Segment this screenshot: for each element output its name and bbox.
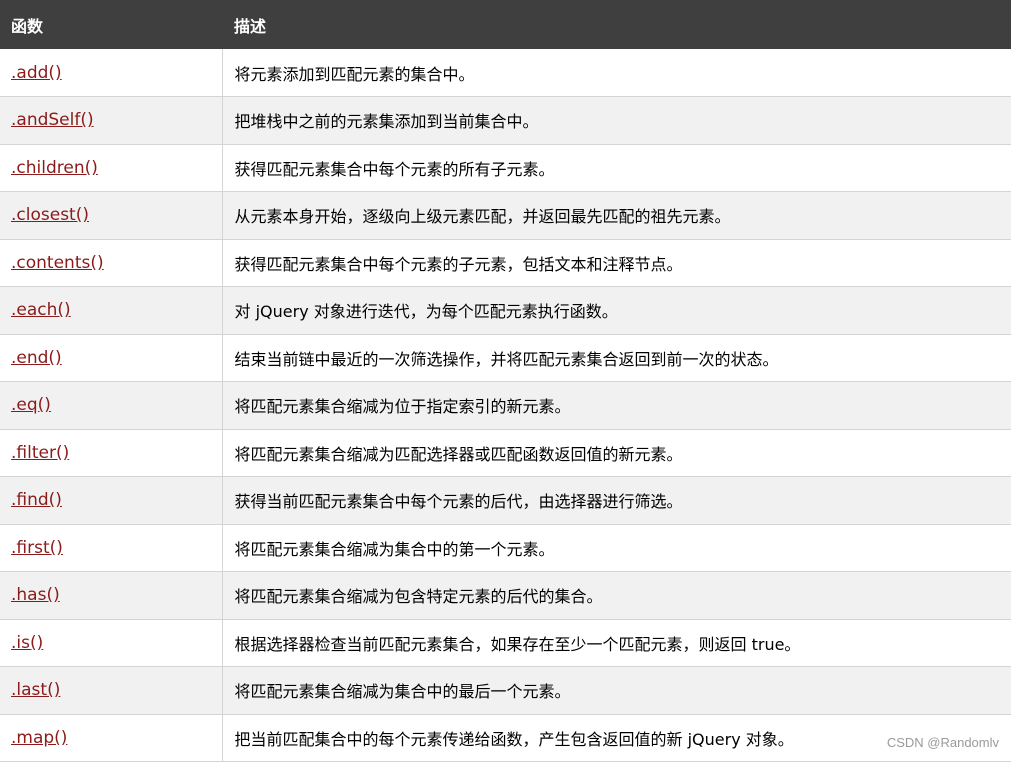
table-row: .filter() 将匹配元素集合缩减为匹配选择器或匹配函数返回值的新元素。 xyxy=(0,429,1011,477)
function-link[interactable]: .each() xyxy=(11,300,71,320)
function-link[interactable]: .first() xyxy=(11,538,63,558)
description-cell: 从元素本身开始，逐级向上级元素匹配，并返回最先匹配的祖先元素。 xyxy=(222,191,1011,240)
table-row: .last() 将匹配元素集合缩减为集合中的最后一个元素。 xyxy=(0,666,1011,715)
function-link[interactable]: .is() xyxy=(11,633,43,653)
table-row: .children() 获得匹配元素集合中每个元素的所有子元素。 xyxy=(0,144,1011,192)
description-cell: 获得匹配元素集合中每个元素的子元素，包括文本和注释节点。 xyxy=(222,239,1011,287)
description-cell: 将匹配元素集合缩减为集合中的最后一个元素。 xyxy=(222,666,1011,715)
function-link[interactable]: .add() xyxy=(11,63,62,83)
function-cell: .children() xyxy=(0,144,223,192)
function-cell: .each() xyxy=(0,286,223,335)
description-cell: 将匹配元素集合缩减为匹配选择器或匹配函数返回值的新元素。 xyxy=(222,429,1011,477)
description-cell: 获得当前匹配元素集合中每个元素的后代，由选择器进行筛选。 xyxy=(222,476,1011,525)
table-row: .each() 对 jQuery 对象进行迭代，为每个匹配元素执行函数。 xyxy=(0,286,1011,335)
function-cell: .last() xyxy=(0,666,223,715)
function-link[interactable]: .andSelf() xyxy=(11,110,94,130)
function-link[interactable]: .closest() xyxy=(11,205,89,225)
function-cell: .has() xyxy=(0,571,223,620)
table-header-row: 函数 描述 xyxy=(0,0,1011,49)
function-link[interactable]: .contents() xyxy=(11,253,104,273)
function-cell: .filter() xyxy=(0,429,223,477)
description-cell: 结束当前链中最近的一次筛选操作，并将匹配元素集合返回到前一次的状态。 xyxy=(222,334,1011,382)
description-cell: 把堆栈中之前的元素集添加到当前集合中。 xyxy=(222,96,1011,145)
function-cell: .closest() xyxy=(0,191,223,240)
table-row: .contents() 获得匹配元素集合中每个元素的子元素，包括文本和注释节点。 xyxy=(0,239,1011,287)
function-cell: .map() xyxy=(0,714,223,762)
function-link[interactable]: .children() xyxy=(11,158,98,178)
table-row: .eq() 将匹配元素集合缩减为位于指定索引的新元素。 xyxy=(0,381,1011,430)
description-cell: 将匹配元素集合缩减为位于指定索引的新元素。 xyxy=(222,381,1011,430)
function-cell: .first() xyxy=(0,524,223,572)
table-row: .first() 将匹配元素集合缩减为集合中的第一个元素。 xyxy=(0,524,1011,572)
function-cell: .eq() xyxy=(0,381,223,430)
csdn-watermark: CSDN @Randomlv xyxy=(886,735,999,750)
function-link[interactable]: .find() xyxy=(11,490,62,510)
table-row: .andSelf() 把堆栈中之前的元素集添加到当前集合中。 xyxy=(0,96,1011,145)
function-link[interactable]: .eq() xyxy=(11,395,51,415)
function-cell: .add() xyxy=(0,49,223,97)
table-row: .find() 获得当前匹配元素集合中每个元素的后代，由选择器进行筛选。 xyxy=(0,476,1011,525)
function-cell: .andSelf() xyxy=(0,96,223,145)
function-link[interactable]: .has() xyxy=(11,585,60,605)
function-cell: .is() xyxy=(0,619,223,667)
function-cell: .find() xyxy=(0,476,223,525)
description-cell: 将元素添加到匹配元素的集合中。 xyxy=(222,49,1011,97)
function-link[interactable]: .end() xyxy=(11,348,62,368)
function-cell: .end() xyxy=(0,334,223,382)
function-link[interactable]: .filter() xyxy=(11,443,69,463)
description-cell: 根据选择器检查当前匹配元素集合，如果存在至少一个匹配元素，则返回 true。 xyxy=(222,619,1011,667)
functions-table: 函数 描述 .add() 将元素添加到匹配元素的集合中。 .andSelf() … xyxy=(0,0,1011,762)
description-cell: 将匹配元素集合缩减为包含特定元素的后代的集合。 xyxy=(222,571,1011,620)
table-row: .closest() 从元素本身开始，逐级向上级元素匹配，并返回最先匹配的祖先元… xyxy=(0,191,1011,240)
description-cell: 将匹配元素集合缩减为集合中的第一个元素。 xyxy=(222,524,1011,572)
column-header-function: 函数 xyxy=(11,16,44,36)
function-link[interactable]: .map() xyxy=(11,728,67,748)
function-link[interactable]: .last() xyxy=(11,680,60,700)
column-header-description: 描述 xyxy=(234,16,267,36)
description-cell: 获得匹配元素集合中每个元素的所有子元素。 xyxy=(222,144,1011,192)
description-cell: 对 jQuery 对象进行迭代，为每个匹配元素执行函数。 xyxy=(222,286,1011,335)
function-cell: .contents() xyxy=(0,239,223,287)
table-row: .add() 将元素添加到匹配元素的集合中。 xyxy=(0,49,1011,97)
table-row: .end() 结束当前链中最近的一次筛选操作，并将匹配元素集合返回到前一次的状态… xyxy=(0,334,1011,382)
table-row: .has() 将匹配元素集合缩减为包含特定元素的后代的集合。 xyxy=(0,571,1011,620)
table-row: .is() 根据选择器检查当前匹配元素集合，如果存在至少一个匹配元素，则返回 t… xyxy=(0,619,1011,667)
table-row: .map() 把当前匹配集合中的每个元素传递给函数，产生包含返回值的新 jQue… xyxy=(0,714,1011,762)
